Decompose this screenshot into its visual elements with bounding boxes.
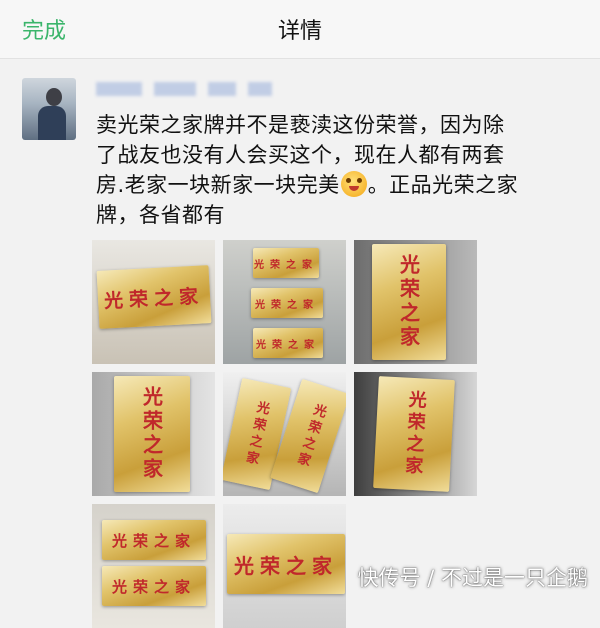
post-line: 卖光荣之家牌并不是亵渎这份荣誉，因为除 bbox=[96, 113, 505, 137]
photo-thumbnail[interactable]: 光荣之家 bbox=[223, 504, 346, 628]
photo-thumbnail[interactable]: 光荣之家 光荣之家 光荣之家 bbox=[223, 240, 346, 364]
watermark: 快传号 / 不过是一只企鹅 bbox=[357, 566, 588, 590]
plaque-photo: 光荣之家 bbox=[372, 244, 446, 360]
photo-thumbnail[interactable]: 光荣之家 光荣之家 bbox=[223, 372, 346, 496]
plaque-photo: 光荣之家 bbox=[227, 534, 345, 594]
plaque-photo: 光荣之家 bbox=[114, 376, 190, 492]
post-text: 卖光荣之家牌并不是亵渎这份荣誉，因为除 了战友也没有人会买这个，现在人都有两套 … bbox=[96, 110, 588, 230]
post-line: 了战友也没有人会买这个，现在人都有两套 bbox=[96, 143, 505, 167]
photo-thumbnail[interactable]: 光荣之家 bbox=[354, 240, 477, 364]
avatar-body bbox=[38, 106, 66, 140]
plaque-photo: 光荣之家 bbox=[102, 520, 206, 560]
plaque-photo: 光荣之家 bbox=[253, 328, 323, 358]
plaque-photo: 光荣之家 bbox=[373, 376, 455, 492]
plaque-photo: 光荣之家 bbox=[96, 265, 212, 329]
photo-thumbnail[interactable]: 光荣之家 bbox=[92, 240, 215, 364]
photo-thumbnail[interactable]: 光荣之家 bbox=[354, 372, 477, 496]
plaque-photo: 光荣之家 bbox=[251, 288, 323, 318]
page-title: 详情 bbox=[277, 19, 322, 44]
photo-thumbnail[interactable]: 光荣之家 光荣之家 bbox=[92, 504, 215, 628]
post-line: 房.老家一块新家一块完美 。正品光荣之家 bbox=[96, 171, 519, 197]
photo-thumbnail[interactable]: 光荣之家 bbox=[92, 372, 215, 496]
nav-bar: 完成 详情 bbox=[0, 0, 600, 59]
avatar-head bbox=[46, 88, 62, 106]
avatar[interactable] bbox=[22, 78, 76, 140]
plaque-photo: 光荣之家 bbox=[102, 566, 206, 606]
plaque-photo: 光荣之家 bbox=[253, 248, 319, 278]
post-line: 牌，各省都有 bbox=[96, 203, 225, 227]
grinning-face-emoji-icon bbox=[340, 171, 367, 197]
photo-grid: 光荣之家 光荣之家 光荣之家 光荣之家 光荣之家 光荣之家 光荣之家 光荣之家 … bbox=[92, 240, 482, 628]
blurred-username[interactable] bbox=[96, 80, 272, 98]
